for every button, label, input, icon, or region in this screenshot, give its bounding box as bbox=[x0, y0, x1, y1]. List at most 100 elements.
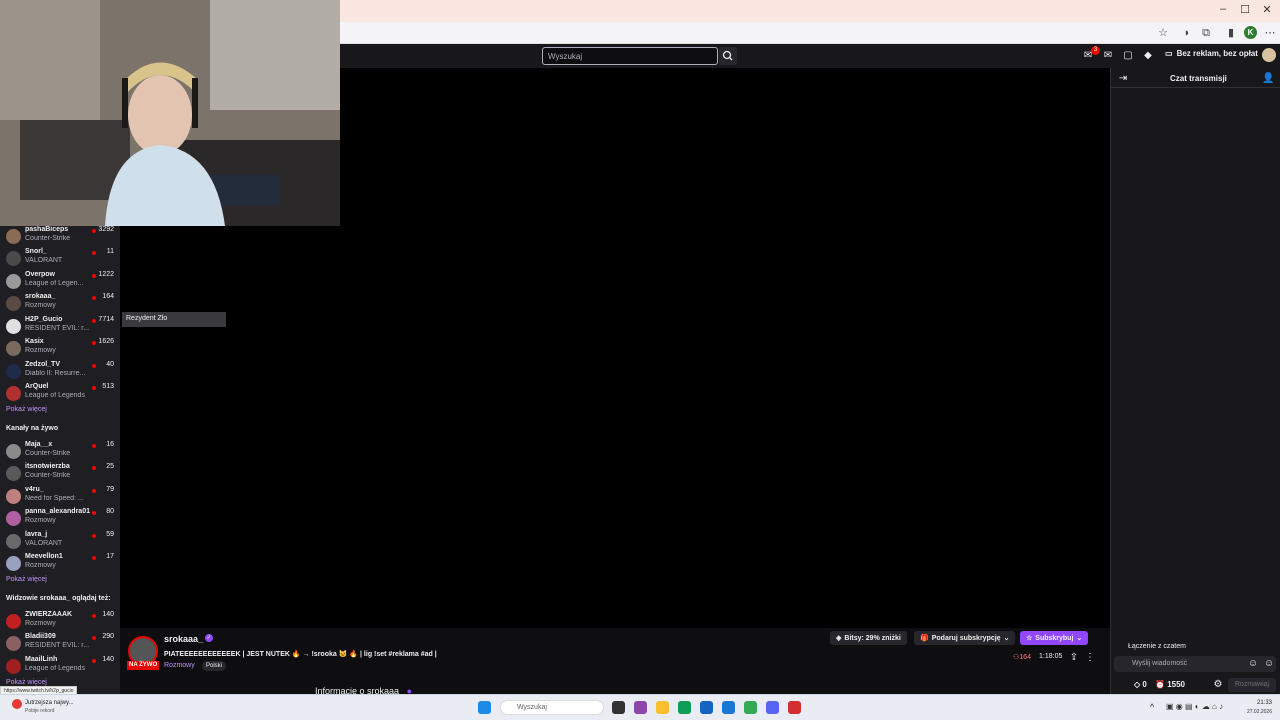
show-more-link[interactable]: Pokaż więcej bbox=[6, 576, 47, 583]
bits-button[interactable]: ◈ Bitsy: 29% zniżki bbox=[830, 631, 907, 645]
show-more-link[interactable]: Pokaż więcej bbox=[6, 679, 47, 686]
live-dot bbox=[92, 636, 96, 640]
channel-name: Bladii309 bbox=[25, 633, 56, 640]
streamer-name[interactable]: srokaaa_ bbox=[164, 634, 203, 644]
app-icon[interactable] bbox=[788, 701, 801, 714]
search-icon bbox=[722, 50, 733, 61]
channel-avatar bbox=[6, 534, 21, 549]
sidebar-channel[interactable]: Snorl_ VALORANT 11 bbox=[0, 248, 120, 270]
channel-game: Rozmowy bbox=[25, 347, 56, 354]
minimize-button[interactable]: – bbox=[1212, 3, 1234, 15]
store-icon[interactable] bbox=[700, 701, 713, 714]
sidebar-channel[interactable]: pashaBiceps Counter-Strike 3292 bbox=[0, 226, 120, 248]
language-tag[interactable]: Polski bbox=[202, 661, 227, 671]
weather-alert-icon[interactable] bbox=[12, 699, 22, 709]
crown-icon[interactable]: ◆ bbox=[1142, 50, 1154, 62]
channel-game: League of Legends bbox=[25, 392, 85, 399]
read-aloud-icon[interactable]: ◗ bbox=[1180, 26, 1194, 40]
channel-name: panna_alexandra01 bbox=[25, 508, 90, 515]
sidebar-channel[interactable]: itsnotwierzba Counter-Strike 25 bbox=[0, 463, 120, 485]
sidebar-channel[interactable]: Bladii309 RESIDENT EVIL: r... 290 bbox=[0, 633, 120, 655]
channel-game: Counter-Strike bbox=[25, 472, 71, 479]
inbox-icon[interactable]: ✉ bbox=[1102, 50, 1114, 62]
start-icon[interactable] bbox=[478, 701, 491, 714]
user-avatar[interactable] bbox=[1262, 48, 1276, 62]
viewer-count: 1626 bbox=[98, 338, 114, 345]
chevron-down-icon: ⌄ bbox=[1003, 635, 1010, 642]
tray-chevron-icon[interactable]: ^ bbox=[1150, 702, 1154, 712]
close-window-button[interactable]: ✕ bbox=[1256, 3, 1278, 16]
gift-sub-button[interactable]: 🎁 Podaruj subskrypcję ⌄ bbox=[914, 631, 1016, 645]
browser-menu-icon[interactable]: ⋯ bbox=[1263, 26, 1277, 40]
browser-profile-avatar[interactable]: K bbox=[1244, 26, 1257, 39]
chat-send-button[interactable]: Rozmawiaj bbox=[1228, 678, 1276, 692]
viewer-count: 7714 bbox=[98, 316, 114, 323]
sidebar-channel[interactable]: Kasix Rozmowy 1626 bbox=[0, 338, 120, 360]
sidebar-channel[interactable]: panna_alexandra01 Rozmowy 80 bbox=[0, 508, 120, 530]
more-options-icon[interactable]: ⋮ bbox=[1084, 652, 1096, 664]
sidebar-channel[interactable]: Meevellon1 Rozmowy 17 bbox=[0, 553, 120, 575]
channel-game: Diablo II: Resurre... bbox=[25, 370, 86, 377]
chat-settings-icon[interactable]: ⚙ bbox=[1212, 679, 1224, 691]
sidebar-channel[interactable]: Maja__x Counter-Strike 16 bbox=[0, 441, 120, 463]
channel-game: Rozmowy bbox=[25, 302, 56, 309]
sidebar-channel[interactable]: H2P_Gucio RESIDENT EVIL: r... 7714 bbox=[0, 316, 120, 338]
channel-points-a[interactable]: ◇ 0 bbox=[1134, 680, 1147, 689]
sidebar-channel[interactable]: ArQuel League of Legends 513 bbox=[0, 383, 120, 405]
channel-avatar bbox=[6, 251, 21, 266]
live-dot bbox=[92, 556, 96, 560]
task-view-icon[interactable] bbox=[612, 701, 625, 714]
gift-sub-label: Podaruj subskrypcję bbox=[931, 634, 1001, 642]
sidebar-channel[interactable]: ZWIERZAAAK Rozmowy 140 bbox=[0, 611, 120, 633]
chat-users-icon[interactable]: 👤 bbox=[1262, 73, 1274, 85]
channel-name: ArQuel bbox=[25, 383, 49, 390]
taskbar-date[interactable]: 27.02.2026 bbox=[1240, 709, 1272, 715]
live-dot bbox=[92, 511, 96, 515]
viewer-count: 79 bbox=[106, 486, 114, 493]
notification-badge: 3 bbox=[1091, 46, 1100, 55]
channel-name: Maja__x bbox=[25, 441, 53, 448]
share-icon[interactable]: ⇪ bbox=[1068, 652, 1080, 664]
search-input[interactable]: Wyszukaj bbox=[542, 47, 718, 65]
channel-game: Rozmowy bbox=[25, 517, 56, 524]
subscribe-button[interactable]: ☆ Subskrybuj ⌄ bbox=[1020, 631, 1089, 645]
copilot-icon[interactable] bbox=[634, 701, 647, 714]
collapse-chat-icon[interactable]: ⇥ bbox=[1117, 73, 1129, 85]
search-button[interactable] bbox=[719, 47, 737, 65]
sidebar-channel[interactable]: MaailLinh League of Legends 140 bbox=[0, 656, 120, 678]
channel-avatar bbox=[6, 489, 21, 504]
stream-title: PIATEEEEEEEEEEEEK | JEST NUTEK 🔥 → !sroo… bbox=[164, 651, 437, 658]
smiley-icon[interactable]: ☺ bbox=[1263, 658, 1275, 670]
sidebar-channel[interactable]: v4ru_ Need for Speed: ... 79 bbox=[0, 486, 120, 508]
sidebar-channel[interactable]: lavra_j VALORANT 59 bbox=[0, 531, 120, 553]
viewer-count: 40 bbox=[106, 361, 114, 368]
bookmark-star-icon[interactable]: ☆ bbox=[1156, 26, 1170, 40]
tray-icons[interactable]: ▣ ◉ ▤ ◐ ☁ ⌂ ♪ bbox=[1166, 702, 1223, 711]
channel-name: pashaBiceps bbox=[25, 226, 69, 233]
emote-icon[interactable]: ☺ bbox=[1247, 658, 1259, 670]
mail-icon[interactable] bbox=[722, 701, 735, 714]
taskbar-clock[interactable]: 21:33 bbox=[1240, 700, 1272, 706]
live-dot bbox=[92, 534, 96, 538]
stream-category-link[interactable]: Rozmowy bbox=[164, 662, 195, 669]
viewer-count: 140 bbox=[102, 656, 114, 663]
file-explorer-icon[interactable] bbox=[656, 701, 669, 714]
viewer-count: 80 bbox=[106, 508, 114, 515]
sidebar-channel[interactable]: Zedzol_TV Diablo II: Resurre... 40 bbox=[0, 361, 120, 383]
show-more-link[interactable]: Pokaż więcej bbox=[6, 406, 47, 413]
edge-icon[interactable] bbox=[678, 701, 691, 714]
adfree-button[interactable]: ▭ Bez reklam, bez opłat bbox=[1165, 49, 1258, 58]
maximize-button[interactable]: ☐ bbox=[1234, 3, 1256, 16]
chrome-icon[interactable] bbox=[744, 701, 757, 714]
whispers-icon[interactable]: ▢ bbox=[1122, 50, 1134, 62]
taskbar-search[interactable]: Wyszukaj bbox=[500, 700, 604, 715]
split-view-icon[interactable]: ▮ bbox=[1224, 26, 1238, 40]
channel-avatar bbox=[6, 444, 21, 459]
channel-points-b[interactable]: ⏰ 1550 bbox=[1155, 680, 1185, 689]
weather-title[interactable]: Jutrzejsza najwy... bbox=[25, 700, 74, 706]
sidebar-channel[interactable]: srokaaa_ Rozmowy 164 bbox=[0, 293, 120, 315]
extensions-icon[interactable]: ⧉ bbox=[1199, 26, 1213, 40]
channel-name: srokaaa_ bbox=[25, 293, 56, 300]
sidebar-channel[interactable]: Overpow League of Legen... 1222 bbox=[0, 271, 120, 293]
discord-icon[interactable] bbox=[766, 701, 779, 714]
